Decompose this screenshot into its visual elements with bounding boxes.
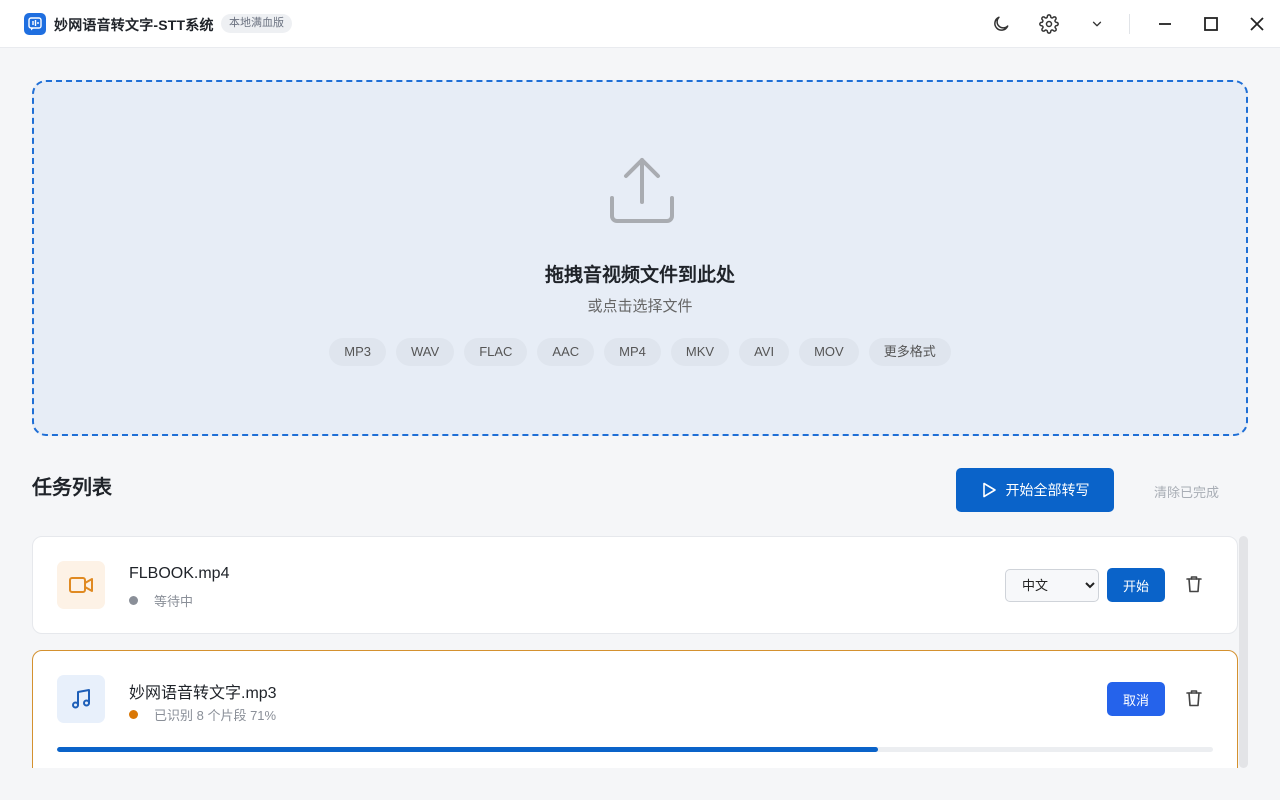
format-tag: AAC — [537, 338, 595, 366]
format-tag: FLAC — [464, 338, 528, 366]
close-button[interactable] — [1244, 11, 1270, 37]
titlebar-divider — [1129, 14, 1130, 34]
format-tag: MP4 — [604, 338, 661, 366]
trash-icon — [1186, 690, 1202, 707]
menu-dropdown-button[interactable] — [1084, 11, 1110, 37]
format-tag: AVI — [739, 338, 790, 366]
moon-icon — [994, 16, 1009, 31]
task-status-text: 已识别 8 个片段 71% — [154, 708, 277, 723]
dark-mode-button[interactable] — [988, 11, 1014, 37]
task-status: 已识别 8 个片段 71% — [129, 705, 276, 724]
settings-button[interactable] — [1036, 11, 1062, 37]
task-file-name: 妙网语音转文字.mp3 — [129, 685, 277, 702]
task-card-active: 妙网语音转文字.mp3 已识别 8 个片段 71% 取消 — [32, 650, 1238, 780]
dropzone-title: 拖拽音视频文件到此处 — [544, 265, 735, 286]
audio-file-icon — [57, 675, 105, 723]
start-task-button[interactable]: 开始 — [1107, 568, 1165, 602]
file-drop-zone[interactable]: 拖拽音视频文件到此处 或点击选择文件 MP3 WAV FLAC AAC MP4 … — [32, 80, 1248, 436]
delete-task-button[interactable] — [1183, 573, 1205, 595]
clear-completed-button[interactable]: 清除已完成 — [1154, 482, 1219, 501]
gear-icon — [1039, 14, 1059, 34]
status-dot — [129, 596, 138, 605]
status-dot — [129, 710, 138, 719]
delete-task-button[interactable] — [1183, 687, 1205, 709]
minimize-button[interactable] — [1152, 11, 1178, 37]
task-list-title: 任务列表 — [32, 477, 112, 499]
video-icon — [69, 577, 93, 593]
maximize-icon — [1204, 17, 1218, 31]
play-icon — [982, 482, 996, 498]
upload-icon — [608, 156, 676, 231]
app-logo-icon — [24, 13, 46, 35]
app-title: 妙网语音转文字-STT系统 — [54, 17, 214, 33]
cancel-task-button[interactable]: 取消 — [1107, 682, 1165, 716]
progress-fill — [57, 747, 878, 752]
language-select[interactable]: 中文 — [1005, 569, 1099, 602]
video-file-icon — [57, 561, 105, 609]
chevron-down-icon — [1092, 21, 1102, 27]
format-tag-more: 更多格式 — [868, 338, 951, 366]
task-status-text: 等待中 — [154, 594, 194, 609]
start-all-label: 开始全部转写 — [1005, 482, 1090, 498]
close-icon — [1250, 17, 1264, 31]
start-all-button[interactable]: 开始全部转写 — [956, 468, 1114, 512]
task-list-scrollbar[interactable] — [1239, 536, 1248, 768]
task-file-name: FLBOOK.mp4 — [129, 565, 230, 582]
supported-formats: MP3 WAV FLAC AAC MP4 MKV AVI MOV 更多格式 — [34, 338, 1246, 366]
minimize-icon — [1159, 23, 1171, 25]
edition-badge: 本地满血版 — [221, 14, 292, 33]
format-tag: WAV — [396, 338, 455, 366]
trash-icon — [1186, 576, 1202, 593]
dropzone-subtitle: 或点击选择文件 — [587, 298, 693, 315]
maximize-button[interactable] — [1198, 11, 1224, 37]
music-icon — [72, 689, 90, 709]
task-status: 等待中 — [129, 591, 193, 610]
format-tag: MOV — [799, 338, 859, 366]
title-bar: 妙网语音转文字-STT系统 本地满血版 — [0, 0, 1280, 48]
format-tag: MKV — [670, 338, 730, 366]
format-tag: MP3 — [329, 338, 387, 366]
bottom-area — [0, 768, 1280, 800]
progress-bar — [57, 747, 1213, 752]
task-card: FLBOOK.mp4 等待中 中文 开始 — [32, 536, 1238, 634]
